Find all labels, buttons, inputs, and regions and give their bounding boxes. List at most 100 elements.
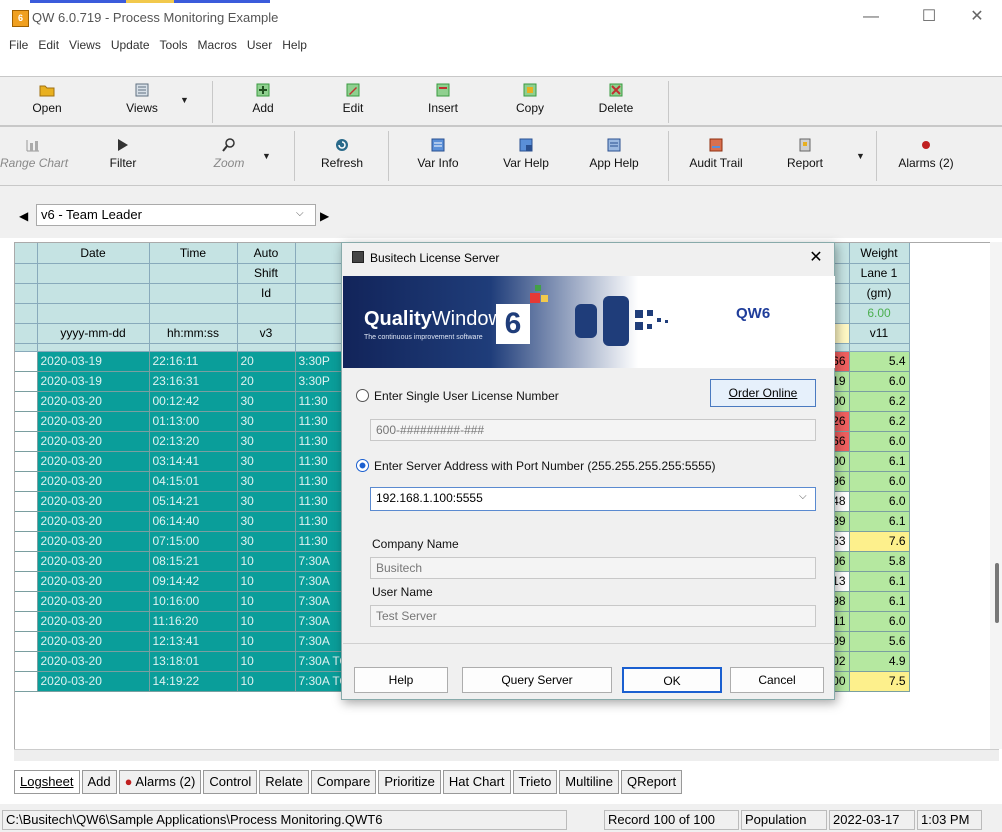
row-header-cell[interactable] bbox=[15, 631, 38, 652]
views-button[interactable]: Views bbox=[116, 82, 168, 115]
row-header-cell[interactable] bbox=[15, 491, 38, 512]
weight-cell[interactable]: 6.1 bbox=[849, 451, 910, 472]
tab-add[interactable]: Add bbox=[81, 770, 117, 794]
weight-cell[interactable]: 6.1 bbox=[849, 511, 910, 532]
shift-id-cell[interactable]: 30 bbox=[237, 431, 296, 452]
shift-id-cell[interactable]: 30 bbox=[237, 531, 296, 552]
time-cell[interactable]: 02:13:20 bbox=[149, 431, 238, 452]
time-cell[interactable]: 07:15:00 bbox=[149, 531, 238, 552]
shift-id-cell[interactable]: 10 bbox=[237, 591, 296, 612]
time-cell[interactable]: 23:16:31 bbox=[149, 371, 238, 392]
weight-cell[interactable]: 7.5 bbox=[849, 671, 910, 692]
shift-id-cell[interactable]: 10 bbox=[237, 611, 296, 632]
shift-id-cell[interactable]: 30 bbox=[237, 511, 296, 532]
time-cell[interactable]: 00:12:42 bbox=[149, 391, 238, 412]
row-header-cell[interactable] bbox=[15, 431, 38, 452]
zoom-button[interactable]: Zoom bbox=[206, 137, 252, 170]
tab-alarms[interactable]: ● Alarms (2) bbox=[118, 770, 202, 794]
shift-id-cell[interactable]: 30 bbox=[237, 411, 296, 432]
ok-button[interactable]: OK bbox=[622, 667, 722, 693]
scrollbar-thumb[interactable] bbox=[995, 563, 999, 623]
date-cell[interactable]: 2020-03-19 bbox=[37, 371, 150, 392]
time-cell[interactable]: 22:16:11 bbox=[149, 351, 238, 372]
row-header-cell[interactable] bbox=[15, 591, 38, 612]
server-address-option[interactable]: Enter Server Address with Port Number (2… bbox=[356, 459, 716, 473]
row-header-cell[interactable] bbox=[15, 451, 38, 472]
shift-id-cell[interactable]: 10 bbox=[237, 631, 296, 652]
weight-cell[interactable]: 6.0 bbox=[849, 471, 910, 492]
chevron-down-icon[interactable]: ⌵ bbox=[799, 491, 807, 502]
shift-id-cell[interactable]: 20 bbox=[237, 371, 296, 392]
tab-multiline[interactable]: Multiline bbox=[559, 770, 619, 794]
spacer-cell[interactable] bbox=[15, 343, 38, 352]
user-name-field[interactable]: Test Server bbox=[370, 605, 816, 627]
date-cell[interactable]: 2020-03-19 bbox=[37, 351, 150, 372]
close-button[interactable]: ✕ bbox=[954, 4, 1000, 30]
edit-button[interactable]: Edit bbox=[330, 82, 376, 115]
order-online-button[interactable]: Order Online bbox=[710, 379, 816, 407]
spacer-cell[interactable] bbox=[149, 343, 238, 352]
shift-id-cell[interactable]: 10 bbox=[237, 671, 296, 692]
date-cell[interactable]: 2020-03-20 bbox=[37, 651, 150, 672]
license-number-field[interactable]: 600-#########-### bbox=[370, 419, 816, 441]
tab-prioritize[interactable]: Prioritize bbox=[378, 770, 441, 794]
time-cell[interactable]: 13:18:01 bbox=[149, 651, 238, 672]
tab-qreport[interactable]: QReport bbox=[620, 770, 683, 794]
menu-file[interactable]: File bbox=[0, 35, 33, 55]
audit-trail-button[interactable]: Audit Trail bbox=[682, 137, 750, 170]
report-dropdown-icon[interactable]: ▼ bbox=[856, 151, 865, 161]
time-cell[interactable]: 03:14:41 bbox=[149, 451, 238, 472]
menu-help[interactable]: Help bbox=[277, 35, 312, 55]
menu-views[interactable]: Views bbox=[64, 35, 106, 55]
time-cell[interactable]: 12:13:41 bbox=[149, 631, 238, 652]
next-view-icon[interactable]: ▶ bbox=[320, 209, 329, 223]
weight-cell[interactable]: 5.8 bbox=[849, 551, 910, 572]
tab-relate[interactable]: Relate bbox=[259, 770, 309, 794]
tab-trieto[interactable]: Trieto bbox=[512, 770, 558, 794]
row-header-cell[interactable] bbox=[15, 611, 38, 632]
shift-id-cell[interactable]: 30 bbox=[237, 491, 296, 512]
time-cell[interactable]: 08:15:21 bbox=[149, 551, 238, 572]
date-cell[interactable]: 2020-03-20 bbox=[37, 391, 150, 412]
menu-user[interactable]: User bbox=[242, 35, 277, 55]
row-header-cell[interactable] bbox=[15, 411, 38, 432]
menu-update[interactable]: Update bbox=[106, 35, 155, 55]
weight-cell[interactable]: 6.0 bbox=[849, 431, 910, 452]
report-button[interactable]: Report bbox=[780, 137, 830, 170]
tab-logsheet[interactable]: Logsheet bbox=[14, 770, 80, 794]
server-address-combo[interactable]: 192.168.1.100:5555 bbox=[370, 487, 816, 511]
shift-id-cell[interactable]: 10 bbox=[237, 571, 296, 592]
single-user-radio[interactable] bbox=[356, 389, 369, 402]
delete-button[interactable]: Delete bbox=[593, 82, 639, 115]
weight-cell[interactable]: 7.6 bbox=[849, 531, 910, 552]
date-cell[interactable]: 2020-03-20 bbox=[37, 511, 150, 532]
row-header-cell[interactable] bbox=[15, 471, 38, 492]
row-header-cell[interactable] bbox=[15, 571, 38, 592]
time-cell[interactable]: 14:19:22 bbox=[149, 671, 238, 692]
chevron-down-icon[interactable]: ⌵ bbox=[296, 208, 304, 219]
query-server-button[interactable]: Query Server bbox=[462, 667, 612, 693]
date-cell[interactable]: 2020-03-20 bbox=[37, 471, 150, 492]
date-cell[interactable]: 2020-03-20 bbox=[37, 431, 150, 452]
date-cell[interactable]: 2020-03-20 bbox=[37, 491, 150, 512]
row-header-cell[interactable] bbox=[15, 531, 38, 552]
copy-button[interactable]: Copy bbox=[507, 82, 553, 115]
weight-cell[interactable]: 4.9 bbox=[849, 651, 910, 672]
weight-cell[interactable]: 5.6 bbox=[849, 631, 910, 652]
weight-cell[interactable]: 6.2 bbox=[849, 411, 910, 432]
refresh-button[interactable]: Refresh bbox=[314, 137, 370, 170]
date-cell[interactable]: 2020-03-20 bbox=[37, 631, 150, 652]
app-help-button[interactable]: App Help bbox=[584, 137, 644, 170]
spacer-cell[interactable] bbox=[237, 343, 296, 352]
menu-macros[interactable]: Macros bbox=[193, 35, 242, 55]
view-select[interactable]: v6 - Team Leader bbox=[36, 204, 316, 226]
row-header-cell[interactable] bbox=[15, 243, 38, 264]
weight-cell[interactable]: 6.2 bbox=[849, 391, 910, 412]
weight-cell[interactable]: 6.1 bbox=[849, 571, 910, 592]
time-cell[interactable]: 05:14:21 bbox=[149, 491, 238, 512]
tab-control[interactable]: Control bbox=[203, 770, 258, 794]
row-header-cell[interactable] bbox=[15, 671, 38, 692]
weight-cell[interactable]: 6.0 bbox=[849, 371, 910, 392]
weight-cell[interactable]: 6.0 bbox=[849, 611, 910, 632]
views-dropdown-icon[interactable]: ▼ bbox=[180, 95, 189, 105]
